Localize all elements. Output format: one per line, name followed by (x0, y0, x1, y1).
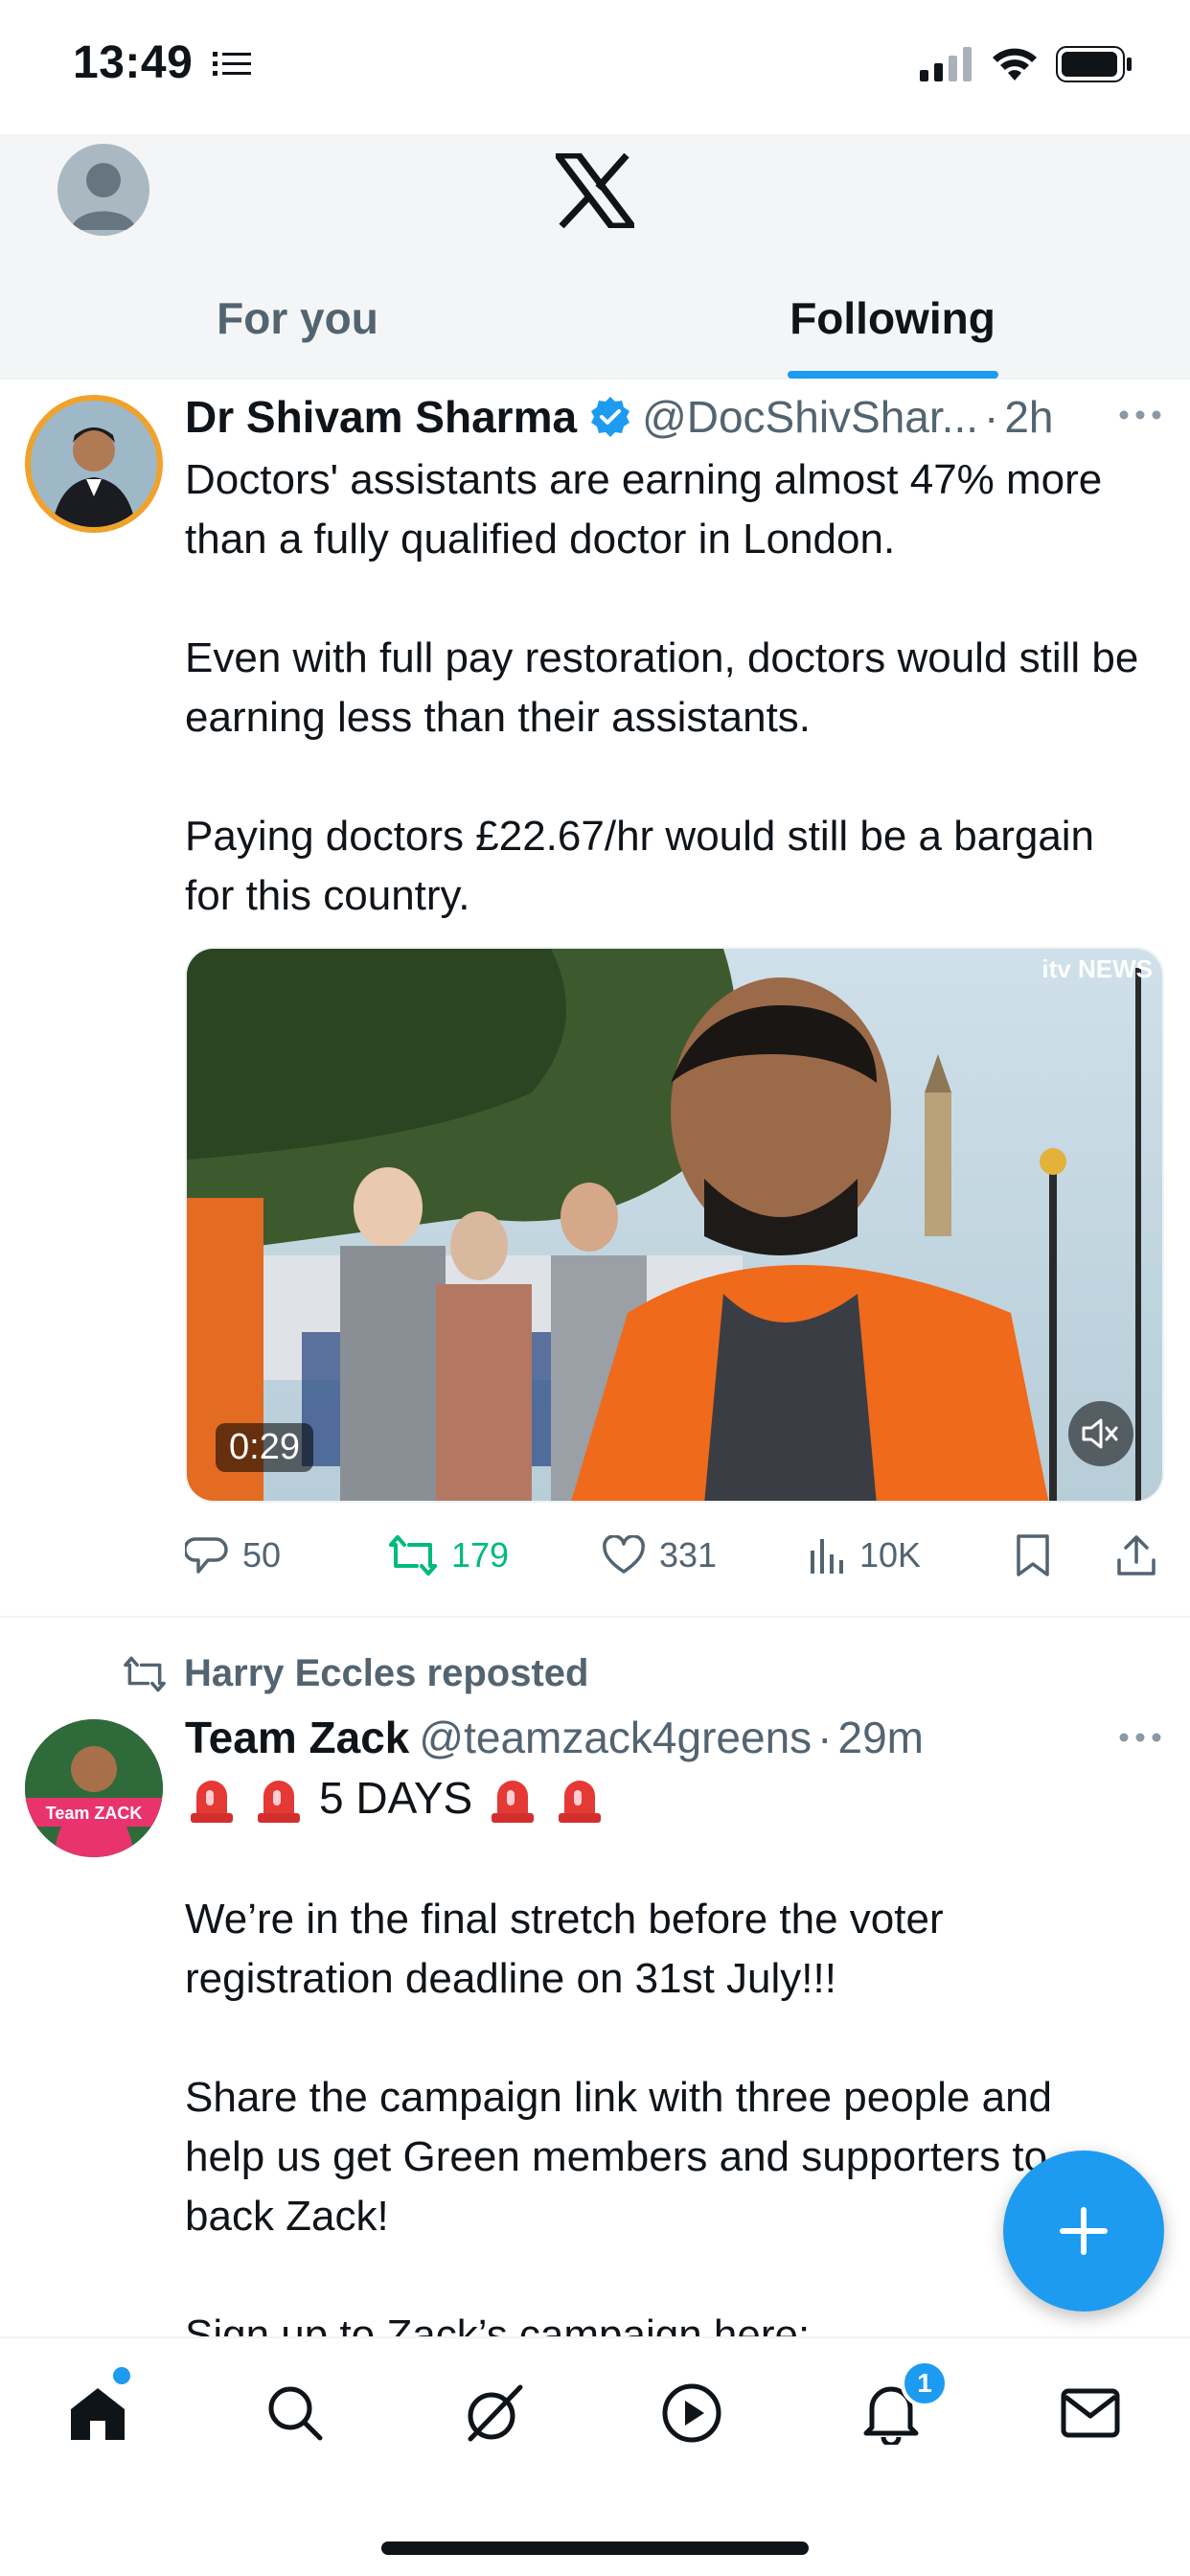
author-name[interactable]: Dr Shivam Sharma (185, 391, 577, 443)
share-icon (1117, 1535, 1156, 1576)
tab-label: For you (217, 293, 378, 343)
emoji-headline: 5 DAYS (185, 1771, 606, 1825)
siren-icon (559, 1781, 602, 1823)
new-posts-dot (113, 2367, 130, 2384)
status-time: 13:49 (73, 37, 194, 88)
mail-icon (1061, 2388, 1120, 2438)
author-avatar[interactable]: Team ZACK (25, 1719, 163, 1857)
bookmark-button[interactable] (1015, 1533, 1051, 1577)
nav-search[interactable] (257, 2375, 333, 2451)
tweet-header: Team Zack @teamzack4greens · 29m (185, 1712, 1152, 1763)
share-button[interactable] (1114, 1533, 1158, 1577)
siren-icon (191, 1781, 233, 1823)
nav-home[interactable] (59, 2375, 136, 2451)
timeline-tabs: For you Following (0, 264, 1190, 379)
home-indicator (381, 2542, 809, 2555)
nav-videos[interactable] (653, 2375, 730, 2451)
bookmark-icon (1017, 1534, 1049, 1576)
tab-following[interactable]: Following (595, 264, 1190, 379)
grok-icon (468, 2384, 523, 2442)
plus-icon (1060, 2207, 1108, 2255)
active-tab-indicator (787, 371, 998, 379)
tweet-text: Doctors' assistants are earning almost 4… (185, 456, 1139, 919)
profile-avatar-button[interactable] (57, 144, 149, 236)
view-count: 10K (859, 1535, 922, 1575)
avatar-photo: Team ZACK (25, 1719, 163, 1857)
tweet-time: 29m (837, 1713, 924, 1762)
repost-count: 179 (451, 1535, 510, 1575)
tab-label: Following (790, 293, 995, 343)
search-icon (268, 2386, 323, 2441)
compose-button[interactable] (1003, 2150, 1164, 2312)
avatar-label: Team ZACK (46, 1804, 143, 1823)
bottom-navigation: 1 (0, 2336, 1190, 2576)
video-player[interactable]: itv NEWS 0:29 (185, 947, 1164, 1503)
cellular-signal-icon (920, 47, 972, 81)
heart-icon (603, 1535, 645, 1574)
list-icon (213, 52, 251, 76)
repost-icon (124, 1656, 166, 1691)
notification-badge: 1 (901, 2359, 949, 2407)
separator-dot: · (817, 1713, 833, 1762)
tab-for-you[interactable]: For you (0, 264, 595, 379)
video-watermark: itv NEWS (1041, 954, 1153, 983)
views-button[interactable]: 10K (808, 1535, 921, 1576)
mute-button[interactable] (1068, 1401, 1133, 1466)
tweet-actions: 50 179 331 10K (185, 1527, 1164, 1584)
tweet[interactable]: Dr Shivam Sharma @DocShivShar... · 2h Do… (0, 381, 1190, 1618)
more-options-icon[interactable] (1119, 1733, 1161, 1742)
speaker-muted-icon (1082, 1418, 1118, 1449)
verified-badge-icon (591, 397, 630, 437)
repost-button[interactable]: 179 (388, 1533, 509, 1577)
home-icon (71, 2388, 125, 2440)
like-count: 331 (659, 1535, 718, 1575)
nav-messages[interactable] (1052, 2375, 1129, 2451)
tweet-time: 2h (1004, 392, 1054, 442)
video-thumbnail (187, 949, 1162, 1501)
siren-icon (258, 1781, 300, 1823)
timeline-header: For you Following (0, 134, 1190, 380)
analytics-icon (811, 1539, 843, 1574)
avatar-photo (31, 401, 157, 527)
author-handle[interactable]: @DocShivShar... (642, 391, 978, 443)
separator-dot: · (984, 392, 999, 442)
reply-button[interactable]: 50 (185, 1533, 281, 1577)
reply-icon (185, 1537, 228, 1574)
wifi-icon (993, 48, 1037, 80)
tweet-text: We’re in the final stretch before the vo… (185, 1896, 1053, 2358)
siren-icon (492, 1781, 535, 1823)
more-options-icon[interactable] (1119, 410, 1161, 420)
play-circle-icon (662, 2383, 721, 2443)
default-avatar-icon (71, 163, 136, 230)
tweet-header: Dr Shivam Sharma @DocShivShar... · 2h (185, 391, 1152, 443)
repost-icon (389, 1535, 437, 1576)
battery-icon (1056, 46, 1132, 82)
video-duration: 0:29 (216, 1423, 313, 1472)
author-avatar[interactable] (25, 395, 163, 533)
status-indicators (920, 46, 1133, 82)
reply-count: 50 (242, 1535, 282, 1575)
like-button[interactable]: 331 (602, 1535, 717, 1576)
nav-grok[interactable] (456, 2375, 533, 2451)
x-logo-icon (556, 153, 634, 228)
author-name[interactable]: Team Zack (185, 1712, 409, 1763)
headline-text: 5 DAYS (319, 1773, 473, 1823)
status-bar: 13:49 (0, 0, 1190, 134)
repost-context[interactable]: Harry Eccles reposted (123, 1652, 588, 1695)
reposted-by-label: Harry Eccles reposted (184, 1652, 589, 1694)
author-handle[interactable]: @teamzack4greens (419, 1712, 812, 1763)
